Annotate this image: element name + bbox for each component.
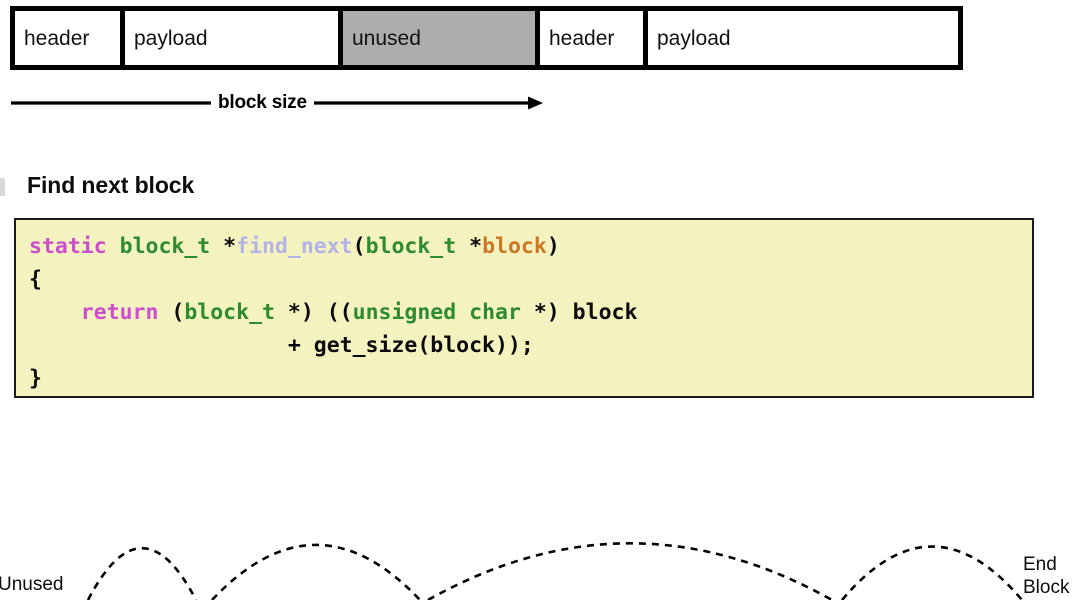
block-cell-label: payload bbox=[134, 26, 208, 50]
block-size-label: block size bbox=[211, 91, 314, 115]
code-token: ( bbox=[352, 234, 366, 259]
block-cell-payload-2: payload bbox=[648, 11, 958, 65]
code-token: static bbox=[29, 234, 107, 259]
free-list-arc bbox=[427, 542, 833, 600]
code-token: *) (( bbox=[274, 300, 353, 325]
code-token: block bbox=[482, 234, 547, 259]
arc-label-unused: Unused bbox=[0, 574, 64, 595]
code-token: ) bbox=[546, 234, 560, 259]
heap-block-diagram: header payload unused header payload bbox=[10, 6, 963, 70]
code-token: unsigned char bbox=[352, 300, 521, 325]
code-block: static block_t *find_next(block_t *block… bbox=[14, 218, 1034, 398]
code-token: block_t bbox=[119, 234, 211, 259]
block-cell-label: header bbox=[549, 26, 615, 50]
code-token: block_t bbox=[184, 300, 275, 325]
code-token: { bbox=[29, 267, 42, 292]
code-token: find_next bbox=[236, 234, 353, 259]
code-token: } bbox=[29, 366, 42, 391]
code-token: *) block bbox=[520, 300, 638, 325]
block-cell-label: unused bbox=[352, 26, 421, 50]
free-list-arc-figure bbox=[0, 520, 1080, 600]
block-cell-unused: unused bbox=[343, 11, 540, 65]
block-cell-label: payload bbox=[657, 26, 731, 50]
arc-label-end-block: End Block bbox=[1023, 553, 1069, 599]
code-token: block_t bbox=[365, 234, 457, 259]
code-token: * bbox=[210, 234, 237, 259]
block-cell-header-2: header bbox=[540, 11, 648, 65]
section-bullet-marker bbox=[0, 178, 5, 196]
free-list-arc bbox=[86, 546, 198, 600]
page-title: Find next block bbox=[27, 172, 195, 198]
code-token: return bbox=[80, 300, 159, 325]
arc-label-end-block-line2: Block bbox=[1023, 577, 1070, 598]
arc-label-end-block-line1: End bbox=[1023, 554, 1057, 575]
block-cell-header-1: header bbox=[15, 11, 125, 65]
code-token: + get_size(block)); bbox=[29, 333, 534, 358]
code-content: static block_t *find_next(block_t *block… bbox=[29, 230, 1032, 395]
free-list-arc bbox=[841, 545, 1023, 600]
code-token: ( bbox=[158, 300, 185, 325]
block-cell-payload-1: payload bbox=[125, 11, 343, 65]
code-token: * bbox=[456, 234, 483, 259]
block-cell-label: header bbox=[24, 26, 90, 50]
free-list-arc bbox=[211, 543, 421, 600]
